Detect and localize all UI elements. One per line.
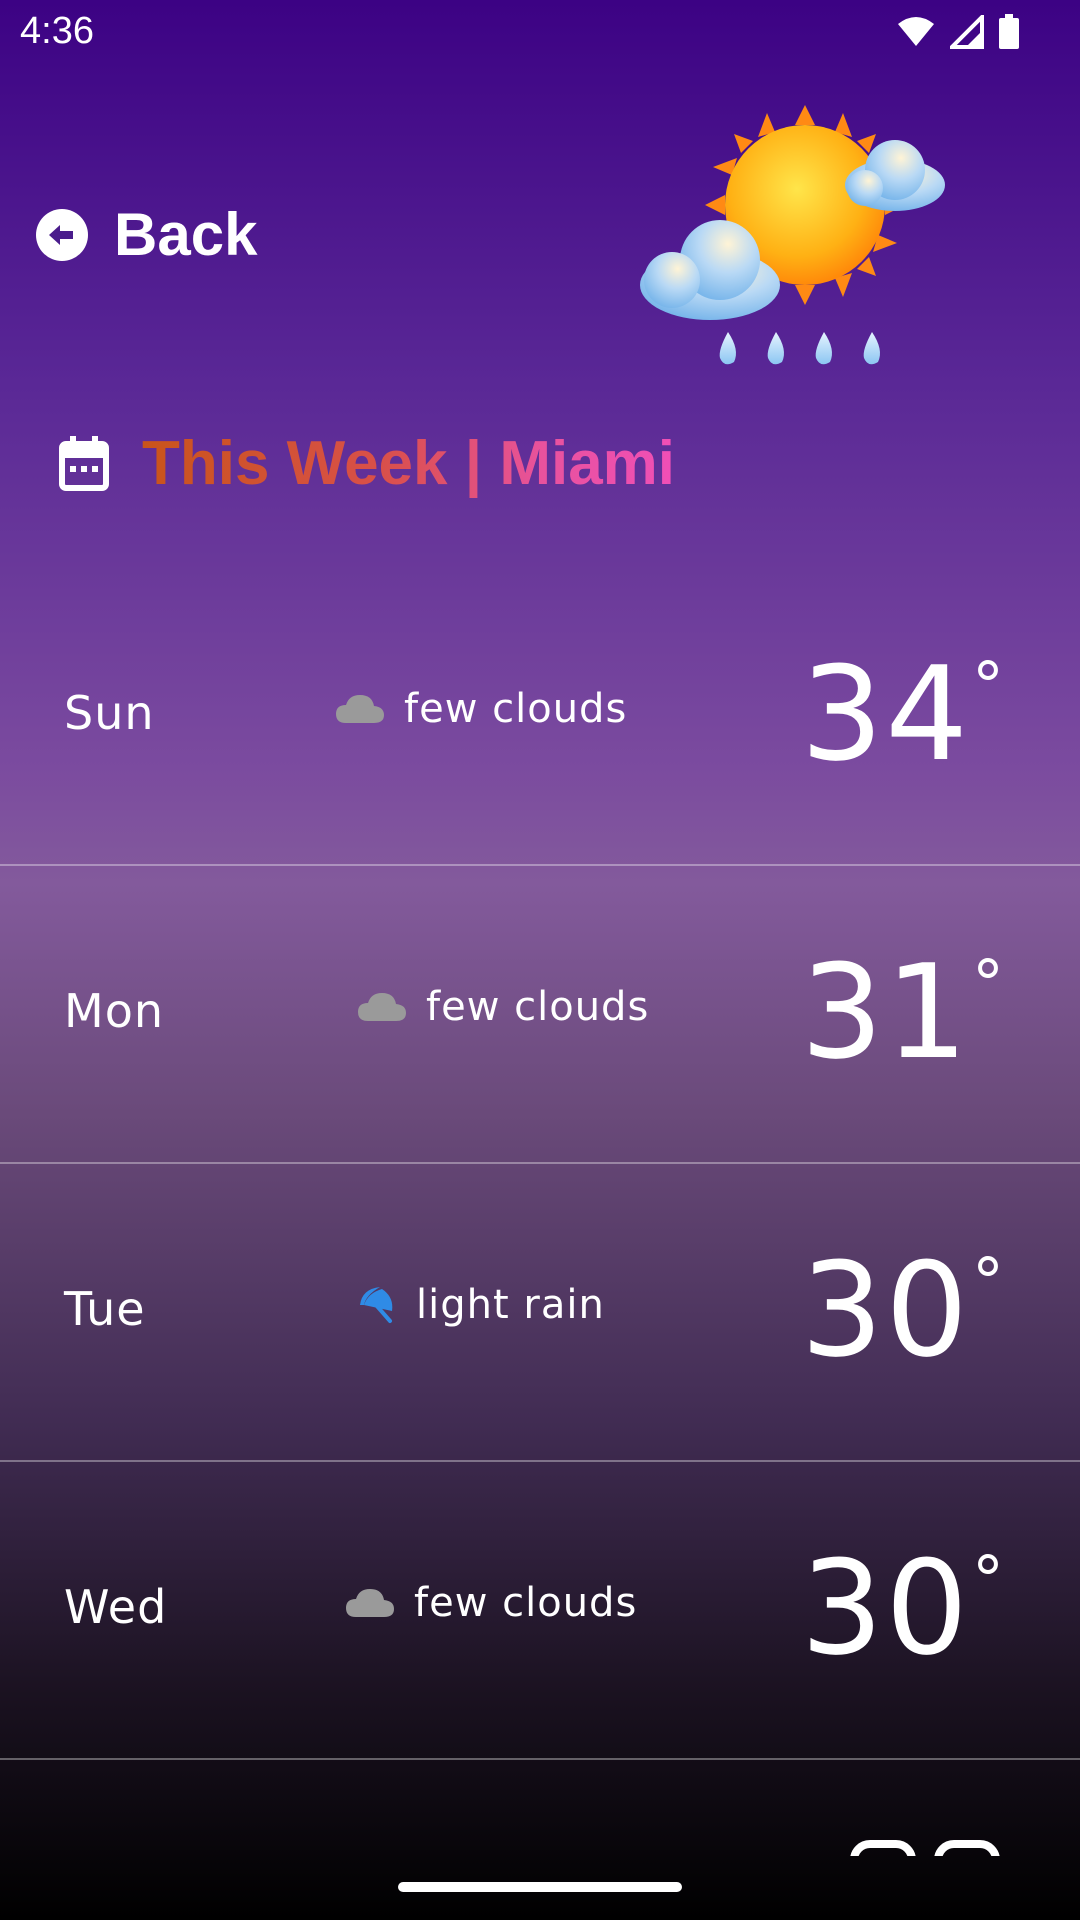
condition: few clouds	[346, 1580, 637, 1626]
day-label: Wed	[64, 1580, 168, 1634]
condition-text: few clouds	[414, 1580, 638, 1626]
day-label: Mon	[64, 984, 164, 1038]
back-button[interactable]: Back	[36, 200, 257, 269]
day-label: Sun	[64, 686, 155, 740]
status-icons	[896, 14, 1020, 50]
cloud-icon	[336, 695, 384, 723]
forecast-row-wed[interactable]: Wed few clouds 30 °	[0, 1462, 1080, 1760]
partial-temperature	[850, 1840, 1000, 1856]
forecast-row-partial[interactable]	[0, 1760, 1080, 1870]
temperature: 34	[800, 638, 970, 790]
condition-text: light rain	[416, 1282, 605, 1328]
temperature: 30	[800, 1234, 970, 1386]
status-bar: 4:36	[0, 0, 1080, 64]
page-title: This Week | Miami	[142, 429, 676, 498]
back-label: Back	[114, 201, 258, 268]
degree-symbol: °	[972, 1544, 1004, 1618]
degree-symbol: °	[972, 650, 1004, 724]
calendar-icon	[59, 435, 109, 491]
forecast-row-sun[interactable]: Sun few clouds 34 °	[0, 568, 1080, 866]
week-header: This Week | Miami	[58, 428, 675, 499]
forecast-row-tue[interactable]: Tue light rain 30 °	[0, 1164, 1080, 1462]
condition-text: few clouds	[426, 984, 650, 1030]
day-label: Tue	[64, 1282, 146, 1336]
condition: light rain	[356, 1282, 605, 1328]
condition-text: few clouds	[404, 686, 628, 732]
home-indicator[interactable]	[398, 1882, 682, 1892]
condition: few clouds	[336, 686, 627, 732]
cell-signal-icon	[950, 15, 984, 49]
wifi-icon	[898, 17, 934, 46]
sun-cloud-rain-icon	[640, 105, 945, 365]
forecast-row-mon[interactable]: Mon few clouds 31 °	[0, 866, 1080, 1164]
status-time: 4:36	[20, 10, 94, 52]
cloud-icon	[358, 993, 406, 1021]
back-arrow-icon	[36, 208, 88, 261]
forecast-list: Sun few clouds 34 ° Mon few clouds 31 ° …	[0, 568, 1080, 1870]
temperature: 31	[800, 936, 970, 1088]
degree-symbol: °	[972, 948, 1004, 1022]
degree-symbol: °	[972, 1246, 1004, 1320]
battery-icon	[999, 14, 1019, 49]
temperature: 30	[800, 1532, 970, 1684]
umbrella-icon	[360, 1287, 393, 1323]
cloud-icon	[346, 1589, 394, 1617]
condition: few clouds	[358, 984, 649, 1030]
